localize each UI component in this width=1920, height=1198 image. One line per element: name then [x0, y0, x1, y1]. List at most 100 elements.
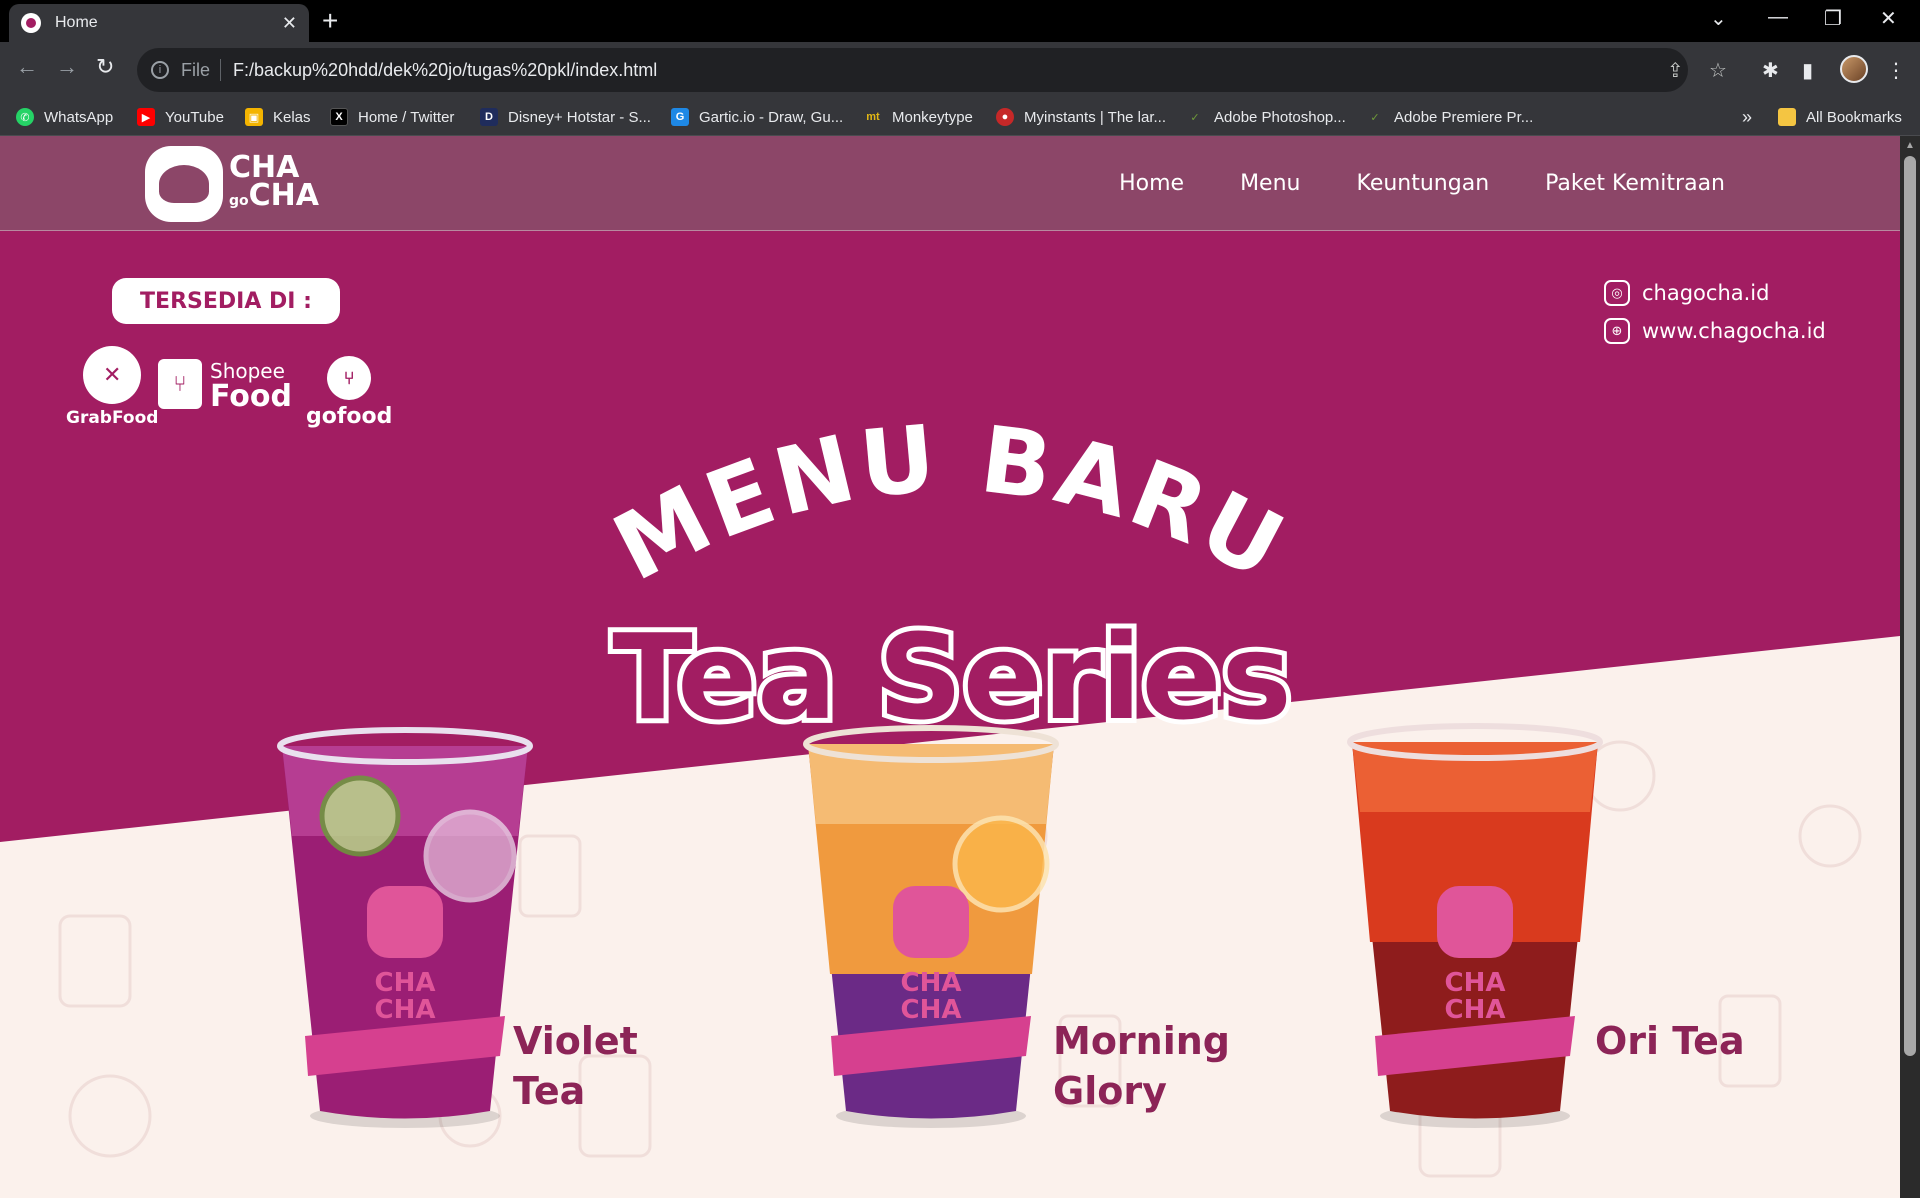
bookmark-hotstar[interactable]: D Disney+ Hotstar - S...: [480, 98, 651, 136]
menu-kebab-icon[interactable]: ⋮: [1886, 58, 1906, 83]
page-viewport: CHA goCHA Home Menu Keuntungan Paket Kem…: [0, 136, 1900, 1198]
bookmark-label: Kelas: [273, 108, 311, 126]
bookmark-label: Disney+ Hotstar - S...: [508, 108, 651, 126]
main-nav: Home Menu Keuntungan Paket Kemitraan: [1119, 136, 1725, 231]
gofood-logo: ⑂ gofood: [306, 356, 392, 429]
drink-name-line2: Glory: [1053, 1069, 1167, 1113]
all-bookmarks-label: All Bookmarks: [1806, 108, 1902, 126]
drink-label-morning-glory: Morning Glory: [1053, 1016, 1230, 1116]
bookmark-premiere[interactable]: ✓ Adobe Premiere Pr...: [1366, 98, 1533, 136]
cup-brand-bottom: CHA: [901, 995, 962, 1025]
bookmark-kelas[interactable]: ▣ Kelas: [245, 98, 311, 136]
site-info-icon[interactable]: i: [151, 61, 169, 79]
browser-toolbar: ← → ↻ i File F:/backup%20hdd/dek%20jo/tu…: [0, 42, 1920, 98]
drink-name-line2: Tea: [513, 1069, 586, 1113]
page-scrollbar[interactable]: ▲: [1900, 136, 1920, 1198]
bookmarks-overflow-button[interactable]: »: [1742, 98, 1752, 136]
back-icon[interactable]: ←: [16, 54, 38, 80]
website-link[interactable]: ⊕ www.chagocha.id: [1604, 312, 1826, 350]
forward-icon[interactable]: →: [56, 54, 78, 80]
morning-glory-cup[interactable]: CHA CHA: [796, 714, 1066, 1136]
all-bookmarks-button[interactable]: All Bookmarks: [1778, 98, 1902, 136]
bookmark-label: Adobe Photoshop...: [1214, 108, 1346, 126]
new-tab-icon[interactable]: +: [322, 6, 338, 36]
nav-menu[interactable]: Menu: [1240, 171, 1300, 196]
bookmark-photoshop[interactable]: ✓ Adobe Photoshop...: [1186, 98, 1346, 136]
folder-icon: [1778, 108, 1796, 126]
bookmark-twitter[interactable]: X Home / Twitter: [330, 98, 454, 136]
tab-close-icon[interactable]: ✕: [282, 13, 297, 34]
grabfood-label: GrabFood: [66, 408, 159, 428]
browser-tab[interactable]: Home ✕: [9, 4, 309, 42]
share-icon[interactable]: ⇪: [1667, 58, 1684, 83]
elephant-logo-icon: [145, 146, 223, 222]
site-header: CHA goCHA Home Menu Keuntungan Paket Kem…: [0, 136, 1900, 231]
violet-tea-cup[interactable]: CHA CHA: [270, 716, 540, 1136]
cup-brand-top: CHA: [901, 968, 962, 998]
reload-icon[interactable]: ↻: [96, 54, 114, 80]
close-window-icon[interactable]: ✕: [1880, 6, 1897, 31]
photoshop-icon: ✓: [1190, 111, 1200, 124]
tab-title: Home: [55, 14, 98, 31]
bookmark-label: Gartic.io - Draw, Gu...: [699, 108, 844, 126]
gofood-icon: ⑂: [327, 356, 372, 400]
nav-keuntungan[interactable]: Keuntungan: [1356, 171, 1489, 196]
scrollbar-thumb[interactable]: [1904, 156, 1916, 1056]
chagocha-logo[interactable]: CHA goCHA: [145, 146, 319, 222]
url-scheme: File: [181, 59, 211, 80]
nav-home[interactable]: Home: [1119, 171, 1184, 196]
bookmark-monkeytype[interactable]: mt Monkeytype: [864, 98, 973, 136]
website-url: www.chagocha.id: [1642, 319, 1826, 343]
side-panel-icon[interactable]: ▮: [1802, 58, 1813, 83]
bookmark-label: Adobe Premiere Pr...: [1394, 108, 1534, 126]
tab-search-icon[interactable]: ⌄: [1710, 6, 1727, 31]
bookmark-label: YouTube: [165, 108, 224, 126]
nav-paket-kemitraan[interactable]: Paket Kemitraan: [1545, 171, 1725, 196]
shopee-label-bottom: Food: [210, 379, 292, 414]
address-bar[interactable]: i File F:/backup%20hdd/dek%20jo/tugas%20…: [137, 48, 1727, 92]
globe-icon: ⊕: [1604, 318, 1630, 344]
url-text[interactable]: F:/backup%20hdd/dek%20jo/tugas%20pkl/ind…: [233, 60, 657, 81]
bookmark-label: Home / Twitter: [358, 108, 455, 126]
cup-brand-bottom: CHA: [1445, 995, 1506, 1025]
profile-avatar[interactable]: [1840, 55, 1868, 83]
hotstar-icon: D: [480, 108, 498, 126]
social-links: ◎ chagocha.id ⊕ www.chagocha.id: [1604, 274, 1826, 350]
drink-name-line1: Ori Tea: [1595, 1019, 1745, 1063]
cup-brand-top: CHA: [375, 968, 436, 998]
gofood-label: gofood: [306, 404, 393, 429]
bookmark-whatsapp[interactable]: ✆ WhatsApp: [16, 98, 113, 136]
grabfood-logo: ✕ GrabFood: [66, 346, 158, 428]
grabfood-icon: ✕: [83, 346, 142, 404]
available-on-badge: TERSEDIA DI :: [112, 278, 340, 324]
bookmark-myinstants[interactable]: ● Myinstants | The lar...: [996, 98, 1166, 136]
classroom-icon: ▣: [245, 108, 263, 126]
shopee-bag-icon: ⑂: [158, 359, 202, 409]
bookmark-youtube[interactable]: ▶ YouTube: [137, 98, 224, 136]
instagram-link[interactable]: ◎ chagocha.id: [1604, 274, 1826, 312]
gartic-icon: G: [671, 108, 689, 126]
browser-tab-bar: Home ✕ + ⌄ — ❐ ✕: [0, 0, 1920, 42]
extensions-icon[interactable]: ✱: [1762, 58, 1779, 83]
bookmark-label: Monkeytype: [892, 108, 973, 126]
scroll-up-icon[interactable]: ▲: [1905, 140, 1915, 151]
instagram-icon: ◎: [1604, 280, 1630, 306]
minimize-icon[interactable]: —: [1768, 6, 1788, 29]
drink-label-ori-tea: Ori Tea: [1595, 1016, 1745, 1066]
x-icon: X: [330, 108, 348, 126]
url-separator: [220, 59, 222, 81]
hero-title: MENU BARU Tea Series: [600, 405, 1299, 751]
bookmark-gartic[interactable]: G Gartic.io - Draw, Gu...: [671, 98, 843, 136]
favicon-icon: [21, 13, 41, 33]
bookmark-label: Myinstants | The lar...: [1024, 108, 1167, 126]
restore-icon[interactable]: ❐: [1824, 6, 1842, 31]
bookmark-label: WhatsApp: [44, 108, 114, 126]
bookmark-star-icon[interactable]: ☆: [1709, 58, 1727, 83]
cup-brand-bottom: CHA: [375, 995, 436, 1025]
ori-tea-cup[interactable]: CHA CHA: [1340, 712, 1610, 1136]
myinstants-icon: ●: [996, 108, 1014, 126]
instagram-handle: chagocha.id: [1642, 281, 1770, 305]
shopeefood-logo: ⑂ Shopee Food: [158, 358, 292, 414]
premiere-icon: ✓: [1370, 111, 1380, 124]
drink-label-violet-tea: Violet Tea: [513, 1016, 638, 1116]
